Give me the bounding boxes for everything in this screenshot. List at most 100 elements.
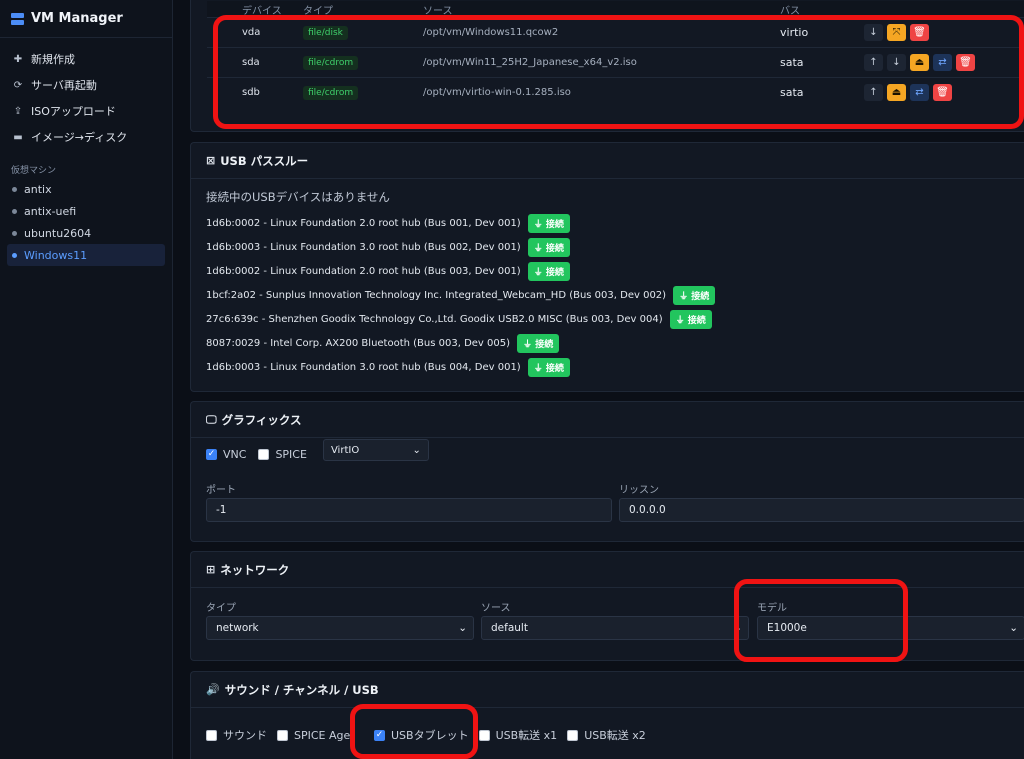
usb-connect-button[interactable]: ⏚ 接続 xyxy=(669,309,712,329)
delete-button[interactable]: 🗑 xyxy=(910,24,929,41)
usb-device-item: 8087:0029 - Intel Corp. AX200 Bluetooth … xyxy=(206,331,715,355)
network-source-select[interactable]: default ⌄ xyxy=(481,616,749,640)
move-down-button[interactable]: ↓ xyxy=(864,24,883,41)
vm-item-antix-uefi[interactable]: antix-uefi xyxy=(7,200,165,222)
eject-button[interactable]: ⏏ xyxy=(910,54,929,71)
chevron-down-icon: ⌄ xyxy=(733,622,742,634)
sound-checkbox[interactable] xyxy=(206,729,217,741)
arrow-down-icon: ↓ xyxy=(869,27,878,38)
usb-device-item: 1d6b:0002 - Linux Foundation 2.0 root hu… xyxy=(206,211,715,235)
vm-item-windows11[interactable]: Windows11 xyxy=(7,244,165,266)
spice-label: SPICE xyxy=(275,447,307,461)
swap-icon: ⇄ xyxy=(938,57,947,68)
usb-device-item: 1bcf:2a02 - Sunplus Innovation Technolog… xyxy=(206,283,716,307)
disk-actions: ↑ ↓ ⏏ ⇄ 🗑 xyxy=(864,54,979,71)
usb-device-item: 1d6b:0002 - Linux Foundation 2.0 root hu… xyxy=(206,259,715,283)
spice-agent-checkbox[interactable] xyxy=(277,729,288,741)
usb-device-label: 1d6b:0002 - Linux Foundation 2.0 root hu… xyxy=(206,265,521,277)
nav-iso-upload[interactable]: ⇪ ISOアップロード xyxy=(0,98,172,124)
vm-item-antix[interactable]: antix xyxy=(7,178,165,200)
panel-title: グラフィックス xyxy=(221,412,302,427)
usb-connect-button[interactable]: ⏚ 接続 xyxy=(527,237,570,257)
vm-name: antix-uefi xyxy=(24,204,77,218)
sidebar-nav: ✚ 新規作成 ⟳ サーバ再起動 ⇪ ISOアップロード ▬ イメージ→ディスク xyxy=(0,38,172,150)
usb-empty-message: 接続中のUSBデバイスはありません xyxy=(206,190,390,204)
spice-agent-label: SPICE Agent xyxy=(294,728,350,742)
usb-connect-button[interactable]: ⏚ 接続 xyxy=(527,357,570,377)
usb-connect-button[interactable]: ⏚ 接続 xyxy=(527,261,570,281)
chevron-down-icon: ⌄ xyxy=(458,622,467,634)
arrow-down-icon: ↓ xyxy=(892,57,901,68)
plug-icon: ⏚ xyxy=(533,363,543,374)
delete-button[interactable]: 🗑 xyxy=(956,54,975,71)
network-panel: ⊞ ネットワーク タイプ network ⌄ ソース default ⌄ モデル… xyxy=(190,551,1024,661)
usb-redirect-1-label: USB転送 x1 xyxy=(495,729,558,742)
upload-icon: ⇪ xyxy=(13,105,23,117)
nav-label: イメージ→ディスク xyxy=(31,131,128,144)
usb-redirect-1-checkbox[interactable] xyxy=(478,729,490,741)
swap-media-button[interactable]: ⇄ xyxy=(933,54,952,71)
brand-title: VM Manager xyxy=(31,11,123,26)
vnc-checkbox[interactable]: ✓ xyxy=(206,448,217,460)
disk-type-badge: file/cdrom xyxy=(303,86,359,100)
nav-image-to-disk[interactable]: ▬ イメージ→ディスク xyxy=(0,124,172,150)
eject-icon: ⏏ xyxy=(914,57,925,68)
usb-connect-button[interactable]: ⏚ 接続 xyxy=(673,285,716,305)
check-icon: ✓ xyxy=(207,449,216,459)
graphics-options: ✓ VNC SPICE VirtIO ⌄ xyxy=(206,439,429,461)
move-up-button[interactable]: ↑ xyxy=(864,84,883,101)
chevron-down-icon: ⌄ xyxy=(412,444,421,456)
usb-redirect-2-label: USB転送 x2 xyxy=(584,729,646,742)
move-down-button[interactable]: ↓ xyxy=(887,54,906,71)
nav-label: 新規作成 xyxy=(31,53,75,66)
panel-header: 🔊 サウンド / チャンネル / USB xyxy=(191,672,1024,708)
resize-button[interactable]: ⤧ xyxy=(887,24,906,41)
disk-source: /opt/vm/virtio-win-0.1.285.iso xyxy=(423,87,571,98)
disk-bus: sata xyxy=(780,86,804,99)
expand-icon: ⤧ xyxy=(892,27,901,38)
vm-item-ubuntu2604[interactable]: ubuntu2604 xyxy=(7,222,165,244)
usb-device-label: 1d6b:0003 - Linux Foundation 3.0 root hu… xyxy=(206,361,521,373)
sound-channel-usb-panel: 🔊 サウンド / チャンネル / USB サウンド SPICE Agent ✓ … xyxy=(190,671,1024,759)
plug-icon: ⏚ xyxy=(679,291,689,302)
usb-passthrough-panel: ⊠ USB パススルー 接続中のUSBデバイスはありません 1d6b:0002 … xyxy=(190,142,1024,392)
usb-device-label: 27c6:639c - Shenzhen Goodix Technology C… xyxy=(206,313,663,325)
nav-restart-server[interactable]: ⟳ サーバ再起動 xyxy=(0,72,172,98)
brand[interactable]: VM Manager xyxy=(0,0,172,38)
monitor-icon: 🖵 xyxy=(206,412,217,426)
move-up-button[interactable]: ↑ xyxy=(864,54,883,71)
arrow-up-icon: ↑ xyxy=(869,87,878,98)
trash-icon: 🗑 xyxy=(959,57,972,68)
network-model-select[interactable]: E1000e ⌄ xyxy=(757,616,1024,640)
spice-checkbox[interactable] xyxy=(258,448,270,460)
status-dot xyxy=(12,208,17,214)
network-type-value: network xyxy=(216,622,259,634)
port-input[interactable]: -1 xyxy=(206,498,612,522)
usb-connect-button[interactable]: ⏚ 接続 xyxy=(517,333,560,353)
swap-icon: ⇄ xyxy=(915,87,924,98)
usb-connect-button[interactable]: ⏚ 接続 xyxy=(527,213,570,233)
delete-button[interactable]: 🗑 xyxy=(933,84,952,101)
network-type-select[interactable]: network ⌄ xyxy=(206,616,474,640)
refresh-icon: ⟳ xyxy=(13,79,23,91)
sound-label: サウンド xyxy=(223,729,267,742)
port-value: -1 xyxy=(216,504,227,516)
nav-label: ISOアップロード xyxy=(31,105,116,118)
listen-value: 0.0.0.0 xyxy=(629,504,666,516)
connect-label: 接続 xyxy=(545,219,564,230)
video-model-select[interactable]: VirtIO ⌄ xyxy=(322,439,429,461)
eject-button[interactable]: ⏏ xyxy=(887,84,906,101)
vnc-label: VNC xyxy=(223,447,247,461)
disk-table: デバイス タイプ ソース バス vda file/disk /opt/vm/Wi… xyxy=(207,1,1024,107)
nav-create-new[interactable]: ✚ 新規作成 xyxy=(0,46,172,72)
arrow-up-icon: ↑ xyxy=(869,57,878,68)
listen-input[interactable]: 0.0.0.0 xyxy=(619,498,1024,522)
chevron-down-icon: ⌄ xyxy=(1009,622,1018,634)
connect-label: 接続 xyxy=(535,339,554,350)
usb-device-item: 1d6b:0003 - Linux Foundation 3.0 root hu… xyxy=(206,235,715,259)
swap-media-button[interactable]: ⇄ xyxy=(910,84,929,101)
disk-source: /opt/vm/Windows11.qcow2 xyxy=(423,27,559,38)
check-icon: ✓ xyxy=(375,730,384,740)
usb-redirect-2-checkbox[interactable] xyxy=(567,729,579,741)
usb-tablet-checkbox[interactable]: ✓ xyxy=(374,729,385,741)
